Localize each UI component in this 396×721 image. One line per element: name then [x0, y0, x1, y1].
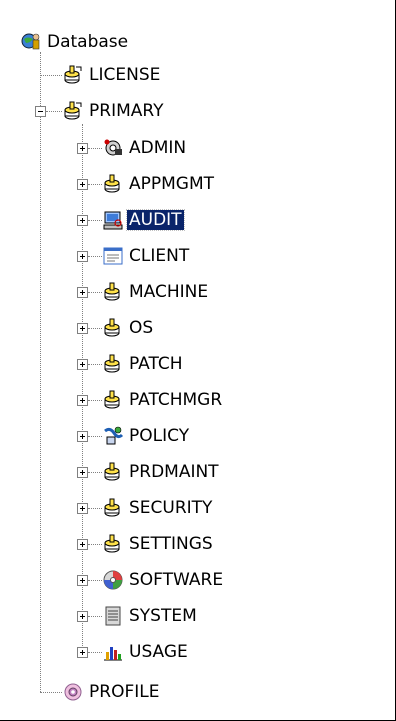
- expander-machine[interactable]: [77, 287, 88, 298]
- expander-usage[interactable]: [77, 647, 88, 658]
- tree-item-label: LICENSE: [89, 65, 161, 85]
- tree-item-primary[interactable]: PRIMARY: [62, 99, 165, 123]
- tree-item-patch[interactable]: PATCH: [102, 352, 185, 376]
- tree-line-root: [40, 52, 41, 692]
- tree-item-label: PATCHMGR: [129, 390, 223, 410]
- tree-item-label: POLICY: [129, 426, 190, 446]
- tree-item-usage[interactable]: USAGE: [102, 640, 190, 664]
- globe-person-icon: [21, 33, 40, 50]
- tree-item-client[interactable]: CLIENT: [102, 244, 191, 268]
- expander-client[interactable]: [77, 251, 88, 262]
- database-stack-icon: [104, 354, 120, 373]
- tree-line-system: [88, 616, 102, 617]
- expander-patchmgr[interactable]: [77, 395, 88, 406]
- expander-os[interactable]: [77, 323, 88, 334]
- database-stack-icon: [64, 101, 82, 120]
- system-server-icon: [105, 606, 121, 626]
- expander-admin[interactable]: [77, 143, 88, 154]
- tree-item-admin[interactable]: ADMIN: [102, 136, 188, 160]
- tree-line-patchmgr: [88, 400, 102, 401]
- tree-line-usage: [88, 652, 102, 653]
- tree-item-label: PATCH: [129, 354, 183, 374]
- tree-line-security: [88, 508, 102, 509]
- tree-item-label: MACHINE: [129, 282, 209, 302]
- expander-patch[interactable]: [77, 359, 88, 370]
- tree-item-label: ADMIN: [129, 138, 187, 158]
- tree-item-label: USAGE: [129, 642, 188, 662]
- expander-policy[interactable]: [77, 431, 88, 442]
- tree-item-machine[interactable]: MACHINE: [102, 280, 210, 304]
- tree-line-settings: [88, 544, 102, 545]
- tree-item-label: PRIMARY: [89, 101, 164, 121]
- expander-appmgmt[interactable]: [77, 179, 88, 190]
- expander-prdmaint[interactable]: [77, 467, 88, 478]
- tree-item-label: PROFILE: [89, 682, 160, 702]
- tree-line-audit: [88, 220, 102, 221]
- tree-item-label: OS: [129, 318, 154, 338]
- expander-settings[interactable]: [77, 539, 88, 550]
- database-stack-icon: [104, 534, 120, 553]
- expander-security[interactable]: [77, 503, 88, 514]
- tree-item-label: SYSTEM: [129, 606, 197, 626]
- tree-item-appmgmt[interactable]: APPMGMT: [102, 172, 216, 196]
- tree-line-profile: [40, 692, 62, 693]
- database-stack-icon: [64, 65, 82, 84]
- database-stack-icon: [104, 498, 120, 517]
- database-stack-icon: [104, 282, 120, 301]
- expander-primary[interactable]: [35, 106, 46, 117]
- database-stack-icon: [104, 390, 120, 409]
- profile-gears-icon: [64, 683, 82, 701]
- tree-item-label: AUDIT: [126, 209, 185, 231]
- tree-line-client: [88, 256, 102, 257]
- tree-item-os[interactable]: OS: [102, 316, 155, 340]
- tree-line-machine: [88, 292, 102, 293]
- tree-item-label: PRDMAINT: [129, 462, 219, 482]
- tree-item-label: SECURITY: [129, 498, 213, 518]
- expander-system[interactable]: [77, 611, 88, 622]
- tree-item-prdmaint[interactable]: PRDMAINT: [102, 460, 221, 484]
- policy-icon: [104, 426, 124, 445]
- tree-item-software[interactable]: SOFTWARE: [102, 568, 225, 592]
- expander-software[interactable]: [77, 575, 88, 586]
- database-stack-icon: [104, 462, 120, 481]
- expander-audit[interactable]: [77, 215, 88, 226]
- client-window-icon: [103, 247, 123, 265]
- tree-item-security[interactable]: SECURITY: [102, 496, 214, 520]
- tree-item-patchmgr[interactable]: PATCHMGR: [102, 388, 224, 412]
- tree-item-audit[interactable]: AUDIT: [102, 208, 185, 232]
- database-stack-icon: [104, 174, 120, 193]
- tree-line-license: [40, 75, 62, 76]
- tree-item-label: SETTINGS: [129, 534, 213, 554]
- tree-item-label: APPMGMT: [129, 174, 215, 194]
- tree-item-database[interactable]: Database: [20, 30, 130, 54]
- tree-line-patch: [88, 364, 102, 365]
- tree-item-profile[interactable]: PROFILE: [62, 680, 161, 704]
- tree-line-software: [88, 580, 102, 581]
- tree-line-os: [88, 328, 102, 329]
- usage-bar-chart-icon: [104, 647, 122, 661]
- audit-computer-icon: [103, 211, 123, 230]
- tree-line-prdmaint: [88, 472, 102, 473]
- tree-item-settings[interactable]: SETTINGS: [102, 532, 215, 556]
- tree-item-label: SOFTWARE: [129, 570, 224, 590]
- tree-line-appmgmt: [88, 184, 102, 185]
- admin-gear-icon: [104, 139, 122, 156]
- database-stack-icon: [104, 318, 120, 337]
- tree-item-policy[interactable]: POLICY: [102, 424, 191, 448]
- database-tree-panel: Database LICENSE PRIMARY ADMIN APPMGMT A…: [0, 0, 396, 721]
- tree-item-license[interactable]: LICENSE: [62, 63, 162, 87]
- software-disc-icon: [103, 570, 123, 590]
- tree-line-primary: [46, 111, 62, 112]
- tree-item-label: Database: [47, 32, 129, 52]
- tree-line-admin: [88, 148, 102, 149]
- tree-line-policy: [88, 436, 102, 437]
- tree-item-system[interactable]: SYSTEM: [102, 604, 199, 628]
- tree-item-label: CLIENT: [129, 246, 190, 266]
